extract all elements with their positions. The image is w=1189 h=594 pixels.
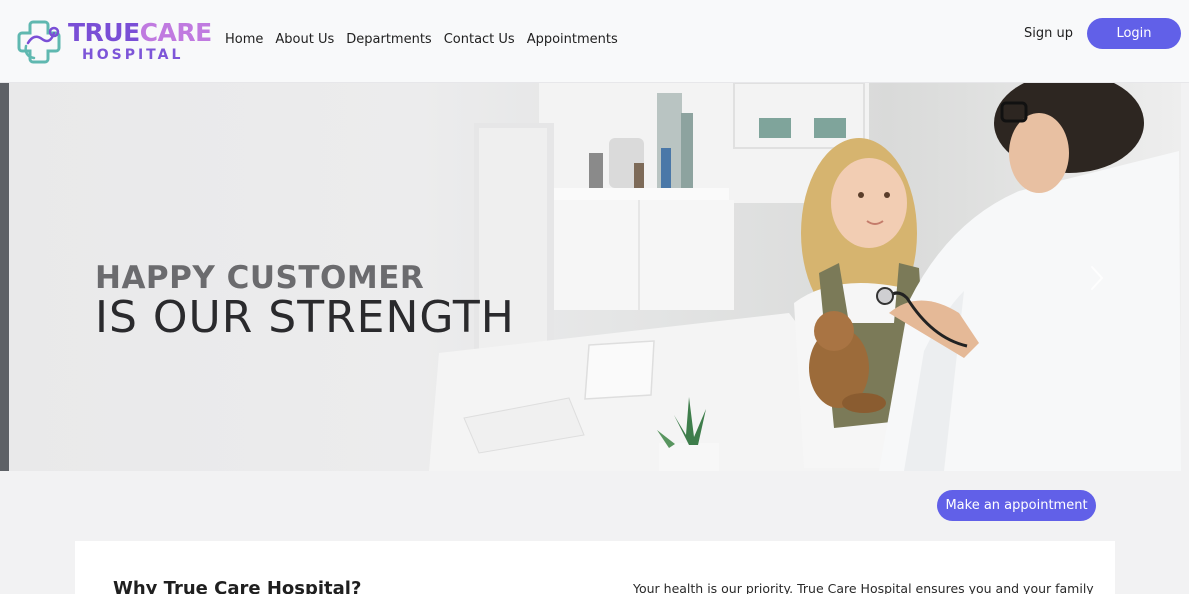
carousel-right-edge [1181, 83, 1189, 471]
main-nav: Home About Us Departments Contact Us App… [219, 30, 624, 50]
brand-name: TRUECARE [68, 20, 212, 45]
brand-word-true: TRUE [68, 18, 140, 47]
hero-headline-line2: IS OUR STRENGTH [95, 292, 515, 343]
carousel-left-edge [0, 83, 9, 471]
nav-about-us-link[interactable]: About Us [269, 30, 340, 50]
login-button[interactable]: Login [1087, 18, 1181, 49]
intro-text: Your health is our priority. True Care H… [633, 581, 1094, 594]
brand-subtitle: HOSPITAL [82, 47, 184, 63]
intro-card: Why True Care Hospital? Your health is o… [75, 541, 1115, 594]
nav-appointments-link[interactable]: Appointments [521, 30, 624, 50]
nav-departments-link[interactable]: Departments [340, 30, 437, 50]
intro-title: Why True Care Hospital? [113, 578, 362, 594]
make-appointment-button[interactable]: Make an appointment [937, 490, 1096, 521]
hero-carousel: HAPPY CUSTOMER IS OUR STRENGTH [9, 83, 1181, 471]
nav-contact-us-link[interactable]: Contact Us [438, 30, 521, 50]
signup-link[interactable]: Sign up [1019, 24, 1078, 44]
brand-word-care: CARE [139, 18, 213, 47]
top-navbar: TRUECARE HOSPITAL Home About Us Departme… [0, 0, 1189, 83]
hospital-logo[interactable]: TRUECARE HOSPITAL [14, 14, 212, 68]
medical-cross-logo-icon [17, 20, 61, 64]
hero-headline-line1: HAPPY CUSTOMER [95, 260, 425, 296]
chevron-right-icon[interactable] [1084, 263, 1108, 293]
nav-home-link[interactable]: Home [219, 30, 269, 50]
